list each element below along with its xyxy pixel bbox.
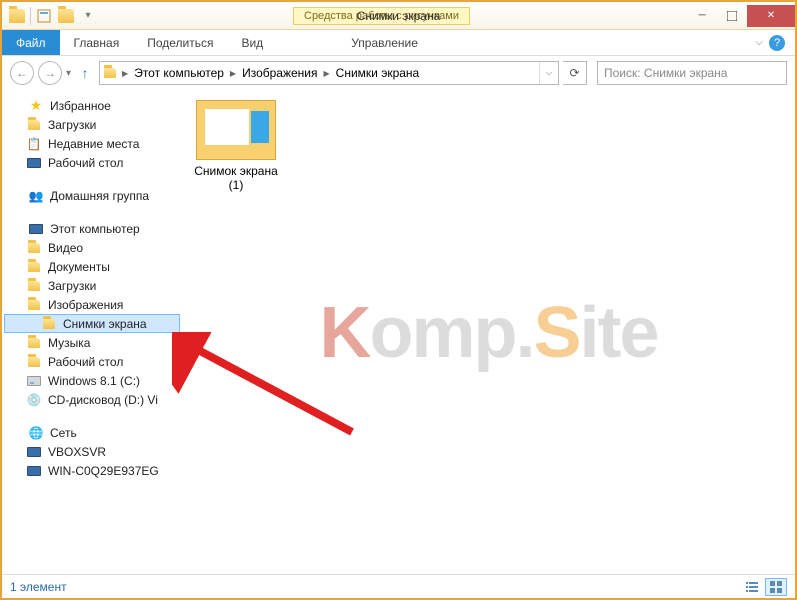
folder-icon <box>26 354 42 370</box>
pc-icon <box>26 463 42 479</box>
navigation-bar: ← → ▾ ↑ ▶ Этот компьютер ▶ Изображения ▶… <box>2 56 795 90</box>
qat-newfolder-icon[interactable] <box>57 7 75 25</box>
forward-button[interactable]: → <box>38 61 62 85</box>
address-dropdown-icon[interactable]: ⌵ <box>539 62 558 84</box>
nav-downloads2[interactable]: Загрузки <box>4 276 180 295</box>
ribbon: Файл Главная Поделиться Вид Управление ⌵… <box>2 30 795 56</box>
watermark: Komp.Site <box>319 292 657 374</box>
maximize-button[interactable] <box>717 5 747 27</box>
view-buttons <box>741 578 787 596</box>
desktop-icon <box>26 155 42 171</box>
view-icons-button[interactable] <box>765 578 787 596</box>
ribbon-expand-icon[interactable]: ⌵ <box>755 37 763 48</box>
folder-icon <box>41 316 57 332</box>
crumb-screenshots[interactable]: Снимки экрана <box>332 66 424 80</box>
nav-desktop2[interactable]: Рабочий стол <box>4 352 180 371</box>
location-icon <box>100 68 120 78</box>
window-controls: ─ ✕ <box>687 5 795 27</box>
item-count: 1 элемент <box>10 580 67 594</box>
homegroup-icon: 👥 <box>28 188 44 204</box>
nav-music[interactable]: Музыка <box>4 333 180 352</box>
tab-manage[interactable]: Управление <box>337 30 432 55</box>
nav-documents[interactable]: Документы <box>4 257 180 276</box>
view-details-button[interactable] <box>741 578 763 596</box>
back-button[interactable]: ← <box>10 61 34 85</box>
status-bar: 1 элемент <box>2 574 795 598</box>
tab-share[interactable]: Поделиться <box>133 30 227 55</box>
nav-downloads[interactable]: Загрузки <box>4 115 180 134</box>
computer-icon <box>28 221 44 237</box>
nav-computer-group: Этот компьютер Видео Документы Загрузки … <box>4 219 180 409</box>
up-button[interactable]: ↑ <box>75 63 95 83</box>
nav-network-group: 🌐Сеть VBOXSVR WIN-C0Q29E937EG <box>4 423 180 480</box>
body: ★Избранное Загрузки 📋Недавние места Рабо… <box>2 90 795 575</box>
nav-net-win[interactable]: WIN-C0Q29E937EG <box>4 461 180 480</box>
navigation-pane: ★Избранное Загрузки 📋Недавние места Рабо… <box>2 90 182 575</box>
system-menu-icon[interactable] <box>8 7 26 25</box>
chevron-right-icon[interactable]: ▶ <box>120 69 130 78</box>
refresh-button[interactable]: ⟳ <box>563 61 587 85</box>
qat-dropdown-icon[interactable]: ▾ <box>79 7 97 25</box>
address-bar[interactable]: ▶ Этот компьютер ▶ Изображения ▶ Снимки … <box>99 61 559 85</box>
nav-drive-d[interactable]: 💿CD-дисковод (D:) Vi <box>4 390 180 409</box>
chevron-right-icon[interactable]: ▶ <box>228 69 238 78</box>
folder-icon <box>26 297 42 313</box>
tab-view[interactable]: Вид <box>227 30 277 55</box>
help-icon[interactable]: ? <box>769 35 785 51</box>
star-icon: ★ <box>28 98 44 114</box>
cd-icon: 💿 <box>26 392 42 408</box>
recent-icon: 📋 <box>26 136 42 152</box>
nav-homegroup[interactable]: 👥Домашняя группа <box>4 186 180 205</box>
nav-recent[interactable]: 📋Недавние места <box>4 134 180 153</box>
file-tab[interactable]: Файл <box>2 30 60 55</box>
folder-icon <box>26 335 42 351</box>
content-pane[interactable]: Снимок экрана(1) Komp.Site <box>182 90 795 575</box>
nav-images[interactable]: Изображения <box>4 295 180 314</box>
nav-network[interactable]: 🌐Сеть <box>4 423 180 442</box>
separator <box>30 7 31 25</box>
minimize-button[interactable]: ─ <box>687 5 717 27</box>
qat-properties-icon[interactable] <box>35 7 53 25</box>
nav-favorites[interactable]: ★Избранное <box>4 96 180 115</box>
network-icon: 🌐 <box>28 425 44 441</box>
tab-home[interactable]: Главная <box>60 30 134 55</box>
folder-icon <box>26 259 42 275</box>
quick-access-toolbar: ▾ <box>2 7 103 25</box>
pc-icon <box>26 444 42 460</box>
search-input[interactable]: Поиск: Снимки экрана <box>597 61 787 85</box>
nav-net-vboxsvr[interactable]: VBOXSVR <box>4 442 180 461</box>
nav-screenshots[interactable]: Снимки экрана <box>4 314 180 333</box>
thumbnail-icon <box>196 100 276 160</box>
crumb-computer[interactable]: Этот компьютер <box>130 66 228 80</box>
file-item[interactable]: Снимок экрана(1) <box>188 100 284 193</box>
close-button[interactable]: ✕ <box>747 5 795 27</box>
history-dropdown-icon[interactable]: ▾ <box>66 68 71 79</box>
crumb-images[interactable]: Изображения <box>238 66 321 80</box>
titlebar: ▾ Снимки экрана Средства работы с рисунк… <box>2 2 795 30</box>
explorer-window: ▾ Снимки экрана Средства работы с рисунк… <box>0 0 797 600</box>
folder-icon <box>26 240 42 256</box>
nav-homegroup-group: 👥Домашняя группа <box>4 186 180 205</box>
drive-icon <box>26 373 42 389</box>
file-name: Снимок экрана(1) <box>188 164 284 193</box>
nav-computer[interactable]: Этот компьютер <box>4 219 180 238</box>
downloads-icon <box>26 117 42 133</box>
ribbon-context-header: Средства работы с рисунками <box>293 7 470 25</box>
nav-favorites-group: ★Избранное Загрузки 📋Недавние места Рабо… <box>4 96 180 172</box>
nav-desktop[interactable]: Рабочий стол <box>4 153 180 172</box>
folder-icon <box>26 278 42 294</box>
chevron-right-icon[interactable]: ▶ <box>322 69 332 78</box>
nav-video[interactable]: Видео <box>4 238 180 257</box>
nav-drive-c[interactable]: Windows 8.1 (C:) <box>4 371 180 390</box>
